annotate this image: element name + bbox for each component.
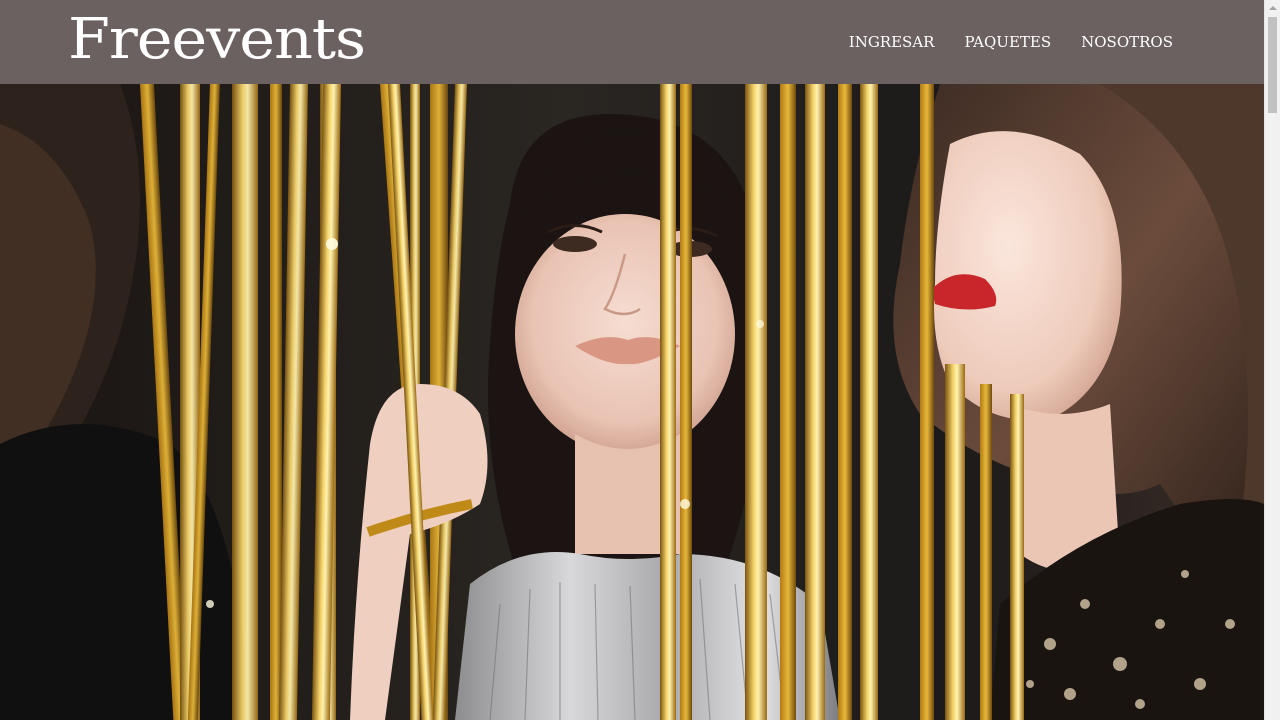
browser-page: Freevents INGRESAR PAQUETES NOSOTROS [0, 0, 1280, 720]
scrollbar-thumb[interactable] [1268, 17, 1277, 113]
nav-link-nosotros[interactable]: NOSOTROS [1081, 33, 1173, 51]
page-viewport: Freevents INGRESAR PAQUETES NOSOTROS [0, 0, 1264, 720]
scroll-up-arrow-icon[interactable] [1265, 0, 1280, 16]
nav-link-paquetes[interactable]: PAQUETES [964, 33, 1051, 51]
logo-link[interactable]: Freevents [68, 4, 366, 76]
hero-photo-illustration [0, 84, 1264, 720]
main-nav: INGRESAR PAQUETES NOSOTROS [849, 0, 1173, 84]
hero-image [0, 84, 1264, 720]
page-scrollbar[interactable] [1264, 0, 1280, 720]
nav-link-ingresar[interactable]: INGRESAR [849, 33, 935, 51]
site-header: Freevents INGRESAR PAQUETES NOSOTROS [0, 0, 1264, 84]
